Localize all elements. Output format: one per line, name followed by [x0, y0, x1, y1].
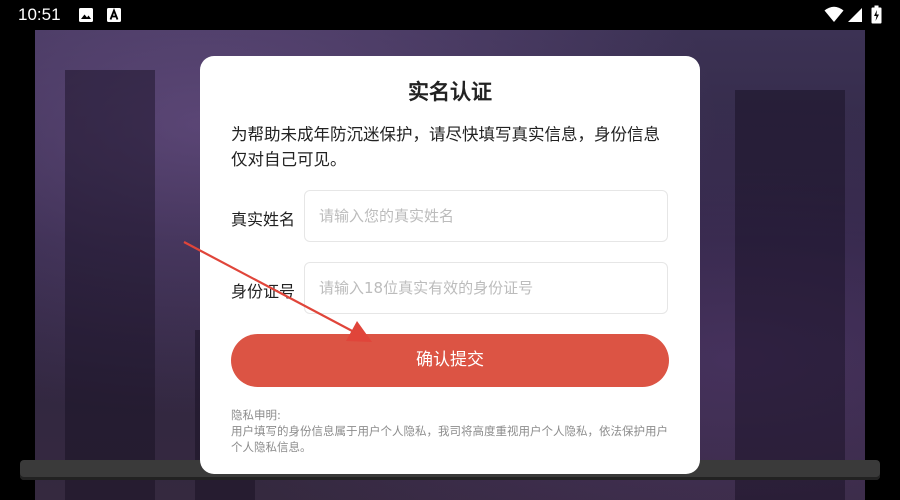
id-field-label: 身份证号 [231, 282, 296, 301]
real-name-dialog: 实名认证 为帮助未成年防沉迷保护，请尽快填写真实信息，身份信息仅对自己可见。 真… [200, 56, 700, 474]
signal-icon [847, 6, 863, 27]
background-structure [65, 70, 155, 500]
real-name-input[interactable] [304, 190, 668, 242]
dialog-title: 实名认证 [408, 80, 492, 104]
background-structure [735, 90, 845, 500]
dialog-description: 为帮助未成年防沉迷保护，请尽快填写真实信息，身份信息仅对自己可见。 [231, 125, 660, 169]
status-time: 10:51 [18, 5, 61, 24]
id-number-input[interactable] [304, 262, 668, 314]
image-icon [78, 7, 94, 27]
submit-button[interactable]: 确认提交 [231, 334, 669, 387]
privacy-text: 用户填写的身份信息属于用户个人隐私，我司将高度重视用户个人隐私，依法保护用户个人… [231, 424, 668, 454]
name-field-label: 真实姓名 [231, 210, 296, 229]
battery-icon [871, 5, 882, 28]
wifi-icon [824, 6, 844, 27]
status-bar: 10:51 [0, 0, 900, 30]
text-a-icon [106, 7, 122, 27]
privacy-statement: 隐私申明: 用户填写的身份信息属于用户个人隐私，我司将高度重视用户个人隐私，依法… [231, 407, 671, 455]
privacy-title: 隐私申明: [231, 408, 281, 422]
